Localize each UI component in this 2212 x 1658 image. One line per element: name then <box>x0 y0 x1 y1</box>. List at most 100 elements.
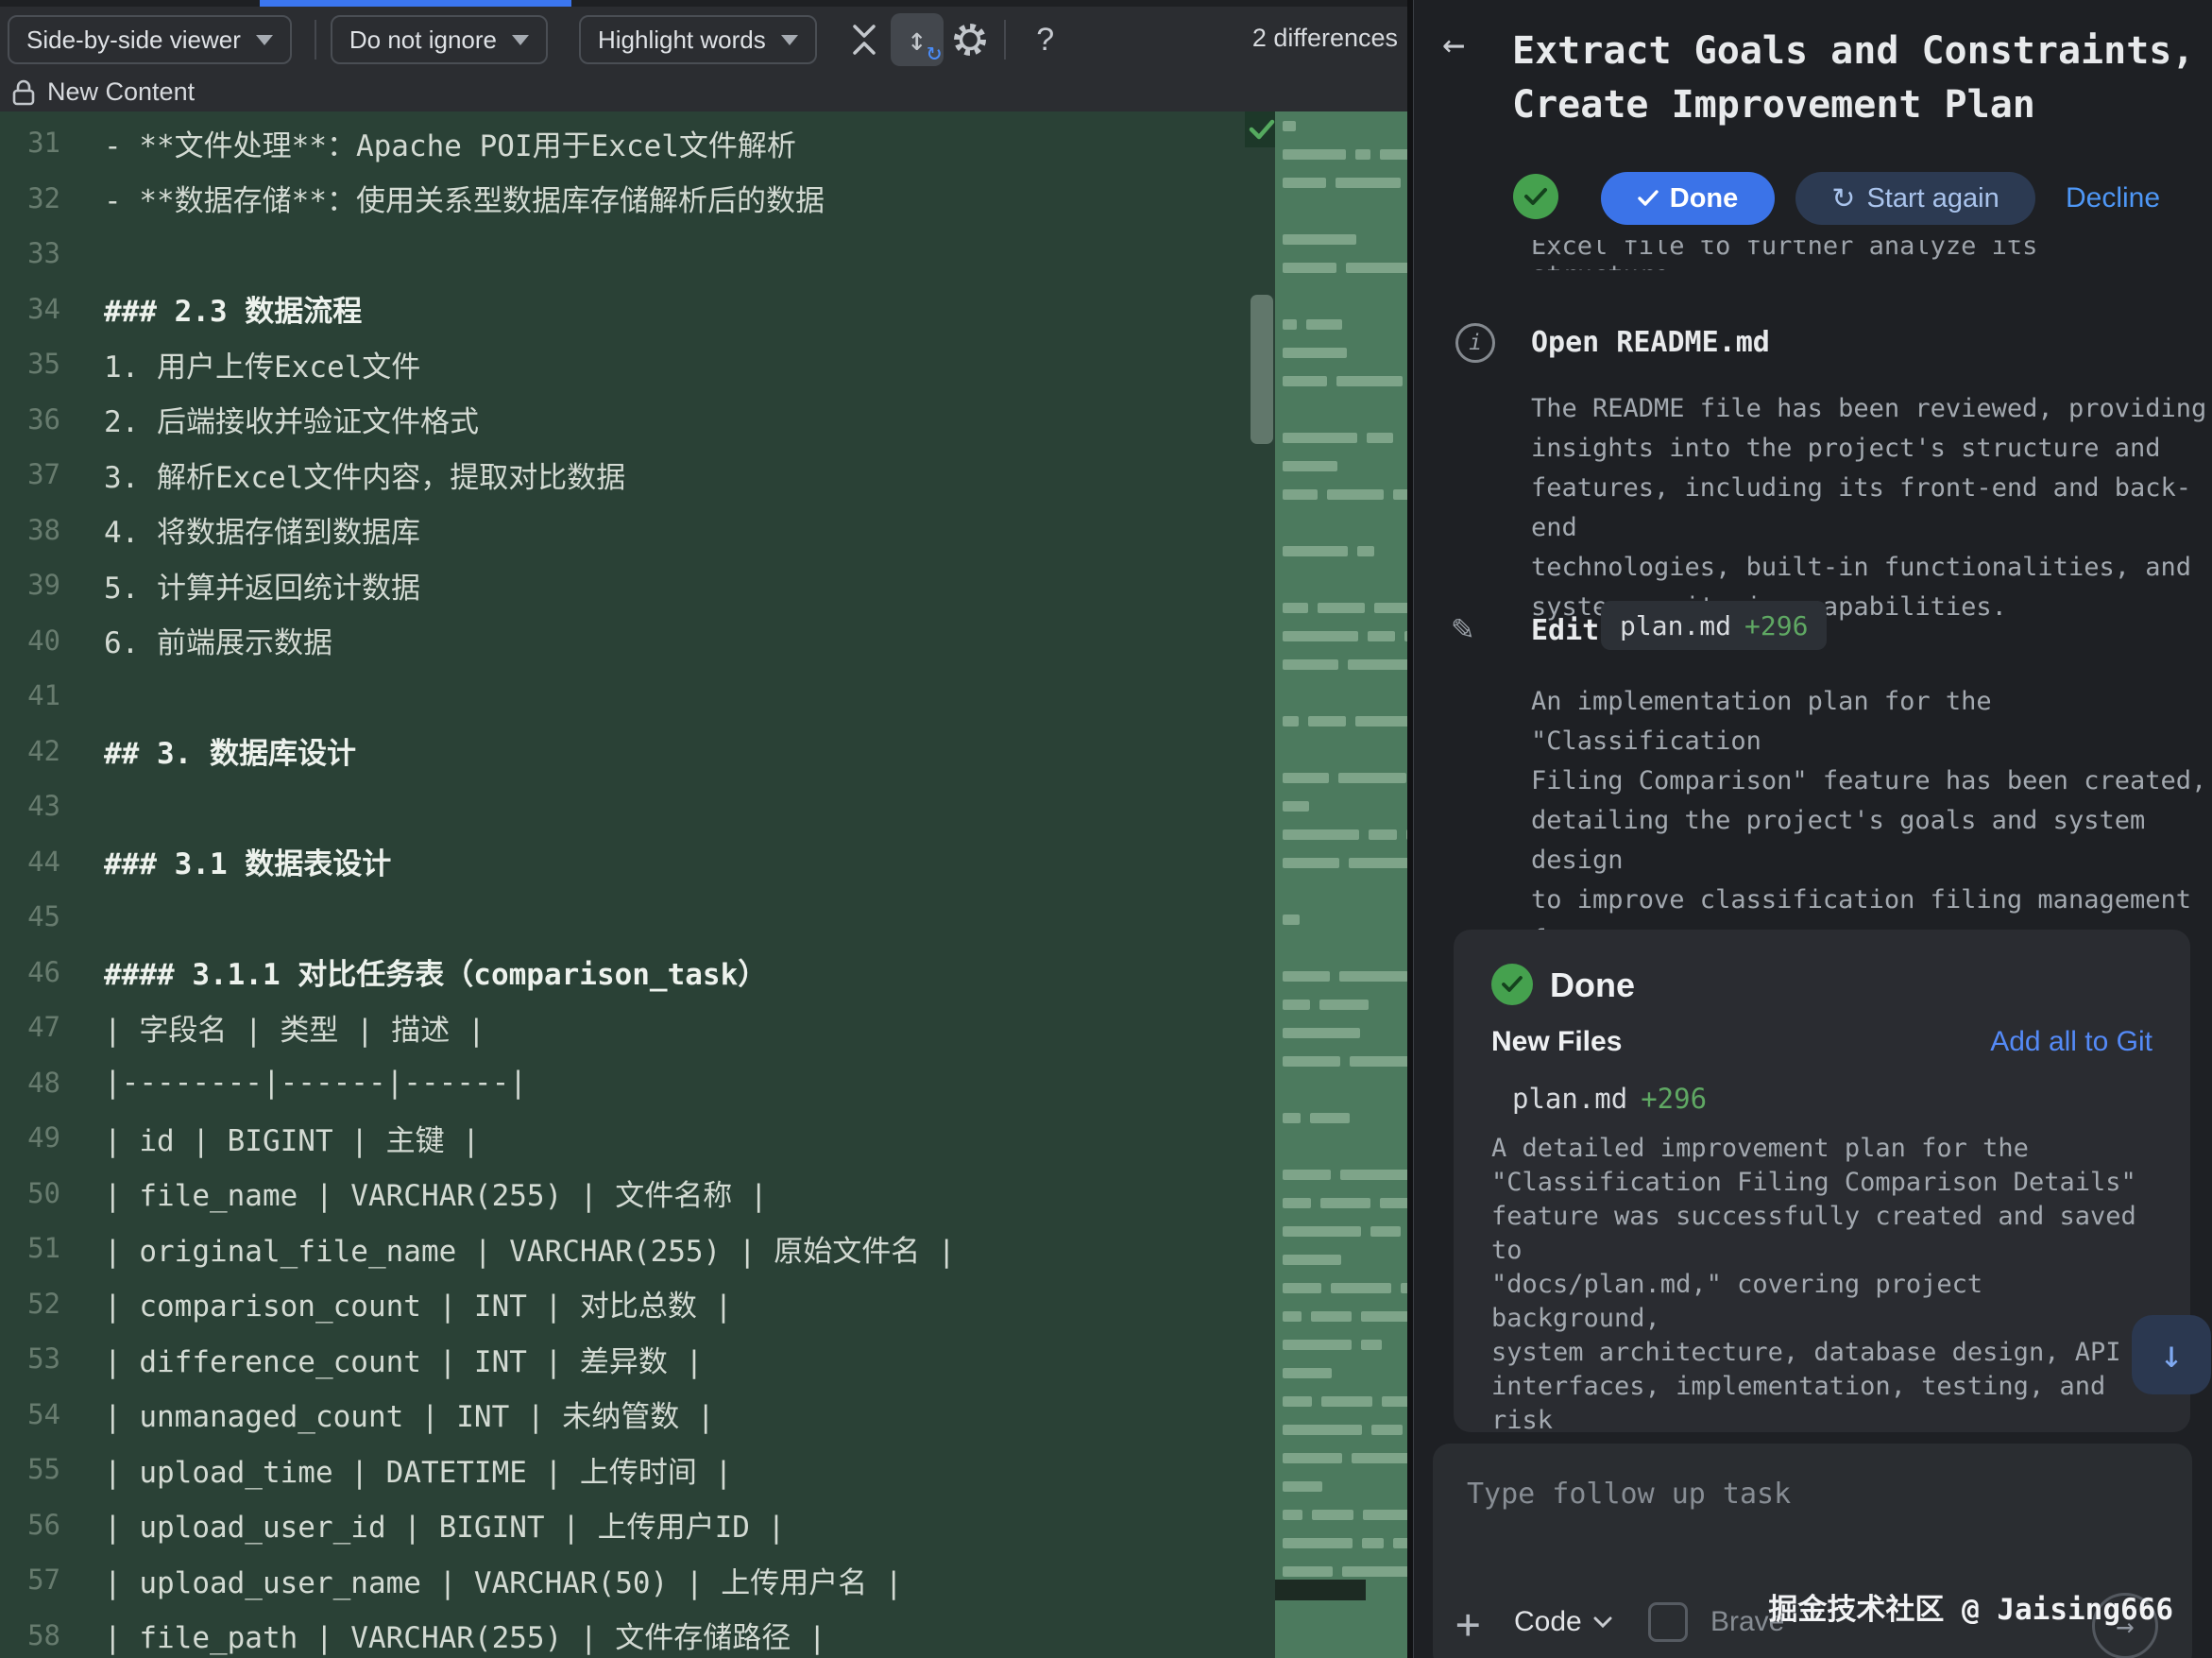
code-line: 49| id | BIGINT | 主键 | <box>0 1110 1244 1166</box>
clipped-scrolled-text: Excel file to further analyze its struct… <box>1531 240 2192 270</box>
code-lines: 31- **文件处理**：Apache POI用于Excel文件解析32- **… <box>0 115 1244 1658</box>
highlight-mode-dropdown[interactable]: Highlight words <box>579 15 817 64</box>
done-button[interactable]: Done <box>1601 172 1775 225</box>
ai-task-panel: ← Extract Goals and Constraints, Create … <box>1413 0 2212 1658</box>
app-window: Side-by-side viewer Do not ignore Highli… <box>0 0 2212 1658</box>
decline-label: Decline <box>2066 182 2160 214</box>
sync-scroll-button[interactable]: ↕ ↻ <box>891 13 944 66</box>
code-line: 57| upload_user_name | VARCHAR(50) | 上传用… <box>0 1552 1244 1608</box>
minimap-changed-band <box>1275 1580 1366 1600</box>
code-line: 55| upload_time | DATETIME | 上传时间 | <box>0 1442 1244 1497</box>
new-file-row[interactable]: plan.md +296 <box>1512 1083 1707 1115</box>
mode-dropdown[interactable]: Code <box>1514 1606 1612 1638</box>
watermark-text: 掘金技术社区 @ Jaising666 <box>1768 1585 2173 1628</box>
lines-added-badge: +296 <box>1744 610 1808 641</box>
refresh-icon: ↻ <box>927 38 942 66</box>
code-line: 41 <box>0 668 1244 724</box>
toolbar-divider <box>1004 20 1006 60</box>
plus-icon: + <box>1455 1600 1481 1649</box>
restart-icon: ↻ <box>1831 182 1855 215</box>
edited-file-chip[interactable]: plan.md +296 <box>1601 601 1827 650</box>
decline-button[interactable]: Decline <box>2066 172 2160 225</box>
info-icon: i <box>1455 323 1495 363</box>
chevron-down-icon <box>512 35 529 45</box>
check-icon <box>1501 975 1523 994</box>
done-badge <box>1491 964 1533 1005</box>
start-again-label: Start again <box>1866 183 1999 214</box>
collapse-unchanged-button[interactable] <box>838 13 891 66</box>
code-line: 31- **文件处理**：Apache POI用于Excel文件解析 <box>0 115 1244 171</box>
lock-icon <box>11 78 36 107</box>
scrollbar-thumb[interactable] <box>1251 295 1273 444</box>
mode-label: Code <box>1514 1606 1582 1638</box>
code-line: 406. 前端展示数据 <box>0 613 1244 669</box>
viewer-mode-dropdown[interactable]: Side-by-side viewer <box>8 15 292 64</box>
check-icon <box>1638 190 1659 207</box>
code-line: 42## 3. 数据库设计 <box>0 724 1244 779</box>
arrow-down-icon: ↓ <box>2160 1333 2183 1376</box>
pencil-icon: ✎ <box>1452 607 1473 648</box>
step-readme-title: Open README.md <box>1531 326 1770 359</box>
highlight-mode-label: Highlight words <box>598 26 766 55</box>
help-button[interactable]: ? <box>1019 13 1072 66</box>
file-name: plan.md <box>1620 610 1731 641</box>
done-summary-card: Done New Files Add all to Git plan.md +2… <box>1454 930 2190 1432</box>
toolbar-divider <box>315 20 316 60</box>
step-readme-body: The README file has been reviewed, provi… <box>1531 389 2212 627</box>
task-title: Extract Goals and Constraints, Create Im… <box>1512 25 2196 132</box>
start-again-button[interactable]: ↻ Start again <box>1795 172 2035 225</box>
check-icon <box>1523 186 1548 207</box>
lines-added-badge: +296 <box>1641 1083 1707 1115</box>
code-line: 34### 2.3 数据流程 <box>0 282 1244 337</box>
help-icon: ? <box>1036 22 1054 59</box>
new-content-label: New Content <box>47 77 195 107</box>
check-icon <box>1248 117 1276 142</box>
settings-button[interactable] <box>944 13 996 66</box>
code-line: 51| original_file_name | VARCHAR(255) | … <box>0 1221 1244 1276</box>
difference-count: 2 differences <box>1252 24 1398 53</box>
new-files-label: New Files <box>1491 1026 1622 1058</box>
step-edit-title: Edit <box>1531 614 1599 647</box>
chevron-down-icon <box>781 35 798 45</box>
diff-viewer-panel: Side-by-side viewer Do not ignore Highli… <box>0 0 1407 1658</box>
code-line: 362. 后端接收并验证文件格式 <box>0 392 1244 448</box>
code-line: 32- **数据存储**：使用关系型数据库存储解析后的数据 <box>0 171 1244 227</box>
code-line: 384. 将数据存储到数据库 <box>0 503 1244 558</box>
code-line: 395. 计算并返回统计数据 <box>0 557 1244 613</box>
gear-icon <box>950 20 990 60</box>
attach-button[interactable]: + <box>1455 1600 1481 1649</box>
code-editor: 31- **文件处理**：Apache POI用于Excel文件解析32- **… <box>0 111 1407 1658</box>
ignore-mode-label: Do not ignore <box>349 26 497 55</box>
code-line: 47| 字段名 | 类型 | 描述 | <box>0 1000 1244 1055</box>
done-status: Done <box>1550 966 1635 1005</box>
code-line: 45 <box>0 889 1244 945</box>
ignore-mode-dropdown[interactable]: Do not ignore <box>331 15 548 64</box>
add-all-to-git-link[interactable]: Add all to Git <box>1990 1026 2152 1058</box>
back-arrow-icon: ← <box>1442 23 1465 66</box>
brave-checkbox[interactable] <box>1648 1602 1688 1642</box>
diff-toolbar: Side-by-side viewer Do not ignore Highli… <box>0 7 1407 74</box>
new-content-bar: New Content <box>0 73 1407 111</box>
minimap[interactable] <box>1275 111 1407 1658</box>
code-line: 50| file_name | VARCHAR(255) | 文件名称 | <box>0 1166 1244 1222</box>
done-label: Done <box>1670 183 1739 214</box>
scroll-to-bottom-button[interactable]: ↓ <box>2132 1315 2211 1394</box>
code-line: 43 <box>0 778 1244 834</box>
code-line: 48|--------|------|------| <box>0 1055 1244 1111</box>
followup-placeholder: Type follow up task <box>1467 1478 1791 1511</box>
active-tab-indicator <box>260 0 571 7</box>
code-line: 58| file_path | VARCHAR(255) | 文件存储路径 | <box>0 1608 1244 1658</box>
code-line: 52| comparison_count | INT | 对比总数 | <box>0 1276 1244 1332</box>
task-success-badge <box>1513 174 1558 219</box>
sync-scroll-icon: ↕ <box>907 21 926 59</box>
done-card-body: A detailed improvement plan for the "Cla… <box>1491 1132 2162 1432</box>
code-line: 373. 解析Excel文件内容，提取对比数据 <box>0 447 1244 503</box>
chevron-down-icon <box>1593 1616 1612 1628</box>
chevron-down-icon <box>256 35 273 45</box>
file-name: plan.md <box>1512 1083 1627 1115</box>
back-button[interactable]: ← <box>1442 23 1465 66</box>
code-line: 56| upload_user_id | BIGINT | 上传用户ID | <box>0 1497 1244 1553</box>
editor-scroll-gutter <box>1244 111 1275 1658</box>
change-applied-marker <box>1245 111 1278 147</box>
collapse-icon <box>845 21 883 59</box>
